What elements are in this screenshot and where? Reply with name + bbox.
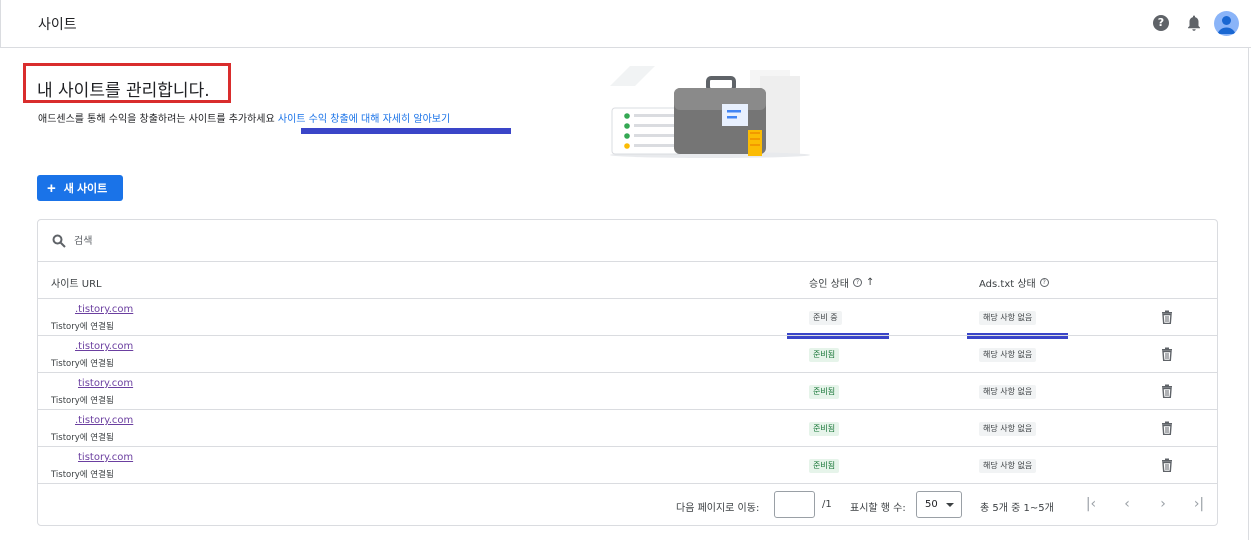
- ads-txt-status-badge: 해당 사항 없음: [979, 459, 1037, 473]
- description-text: 애드센스를 통해 수익을 창출하려는 사이트를 추가하세요: [38, 114, 275, 125]
- annotation-underline: [301, 128, 511, 134]
- user-icon: [1217, 16, 1236, 34]
- help-circle-icon[interactable]: ?: [1039, 278, 1049, 287]
- connection-text: Tistory에 연결됨: [51, 322, 114, 332]
- site-url-link[interactable]: .tistory.com: [75, 341, 133, 352]
- intro-headline: 내 사이트를 관리합니다.: [37, 81, 210, 101]
- rows-per-page-value: 50: [925, 499, 938, 510]
- table-row: .tistory.com Tistory에 연결됨 준비됨 해당 사항 없음: [38, 410, 1217, 447]
- delete-icon[interactable]: [1161, 384, 1173, 398]
- search-input[interactable]: [74, 232, 474, 250]
- page-number-input[interactable]: [774, 491, 815, 518]
- help-icon[interactable]: ?: [1153, 15, 1169, 31]
- ads-txt-status-badge: 해당 사항 없음: [979, 348, 1037, 362]
- help-circle-icon[interactable]: ?: [852, 278, 862, 287]
- search-icon: [52, 234, 66, 248]
- intro-description: 애드센스를 통해 수익을 창출하려는 사이트를 추가하세요 사이트 수익 창출에…: [38, 110, 450, 125]
- column-header-approval-label: 승인 상태: [809, 279, 849, 290]
- site-url-link[interactable]: tistory.com: [78, 452, 133, 463]
- chevron-down-icon: [945, 502, 954, 507]
- range-text: 총 5개 중 1~5개: [980, 503, 1054, 514]
- column-header-ads-txt[interactable]: Ads.txt 상태 ?: [979, 275, 1049, 290]
- delete-icon[interactable]: [1161, 458, 1173, 472]
- bell-icon[interactable]: [1186, 14, 1202, 32]
- table-row: tistory.com Tistory에 연결됨 준비됨 해당 사항 없음: [38, 447, 1217, 484]
- sites-table-card: 사이트 URL 승인 상태 ? ↑ Ads.txt 상태 ? .tistory.…: [37, 219, 1218, 526]
- approval-status-badge: 준비 중: [809, 311, 842, 325]
- site-url-link[interactable]: .tistory.com: [75, 415, 133, 426]
- pagination-bar: 다음 페이지로 이동: /1 표시할 행 수: 50 총 5개 중 1~5개 |…: [38, 485, 1217, 525]
- column-header-approval[interactable]: 승인 상태 ? ↑: [809, 275, 874, 290]
- briefcase-illustration: [610, 66, 810, 158]
- ads-txt-status-badge: 해당 사항 없음: [979, 311, 1037, 325]
- site-url-link[interactable]: tistory.com: [78, 378, 133, 389]
- learn-more-link[interactable]: 사이트 수익 창출에 대해 자세히 알아보기: [278, 114, 450, 125]
- next-page-icon[interactable]: ›: [1155, 496, 1171, 512]
- connection-text: Tistory에 연결됨: [51, 470, 114, 480]
- first-page-icon[interactable]: |‹: [1083, 496, 1099, 512]
- page-title: 사이트: [38, 17, 77, 33]
- divider: [0, 0, 1, 48]
- delete-icon[interactable]: [1161, 347, 1173, 361]
- connection-text: Tistory에 연결됨: [51, 433, 114, 443]
- previous-page-icon[interactable]: ‹: [1119, 496, 1135, 512]
- column-header-url[interactable]: 사이트 URL: [51, 275, 102, 290]
- ads-txt-status-badge: 해당 사항 없음: [979, 385, 1037, 399]
- table-row: .tistory.com Tistory에 연결됨 준비됨 해당 사항 없음: [38, 336, 1217, 373]
- plus-icon: +: [47, 179, 56, 197]
- sort-ascending-icon[interactable]: ↑: [866, 277, 874, 288]
- delete-icon[interactable]: [1161, 310, 1173, 324]
- connection-text: Tistory에 연결됨: [51, 359, 114, 369]
- divider: [1248, 48, 1249, 540]
- delete-icon[interactable]: [1161, 421, 1173, 435]
- approval-status-badge: 준비됨: [809, 422, 840, 436]
- rows-per-page-select[interactable]: 50: [916, 491, 962, 518]
- approval-status-badge: 준비됨: [809, 459, 840, 473]
- new-site-button[interactable]: + 새 사이트: [37, 175, 123, 201]
- new-site-label: 새 사이트: [63, 183, 108, 195]
- ads-txt-status-badge: 해당 사항 없음: [979, 422, 1037, 436]
- site-url-link[interactable]: .tistory.com: [75, 304, 133, 315]
- approval-status-badge: 준비됨: [809, 385, 840, 399]
- column-header-ads-txt-label: Ads.txt 상태: [979, 279, 1036, 290]
- connection-text: Tistory에 연결됨: [51, 396, 114, 406]
- table-row: .tistory.com Tistory에 연결됨 준비 중 해당 사항 없음: [38, 299, 1217, 336]
- table-row: tistory.com Tistory에 연결됨 준비됨 해당 사항 없음: [38, 373, 1217, 410]
- table-body: .tistory.com Tistory에 연결됨 준비 중 해당 사항 없음 …: [38, 299, 1217, 484]
- page-total: /1: [822, 499, 832, 510]
- search-bar: [38, 220, 1217, 262]
- last-page-icon[interactable]: ›|: [1191, 496, 1207, 512]
- rows-per-page-label: 표시할 행 수:: [850, 503, 906, 514]
- approval-status-badge: 준비됨: [809, 348, 840, 362]
- goto-page-label: 다음 페이지로 이동:: [676, 503, 760, 514]
- table-header: 사이트 URL 승인 상태 ? ↑ Ads.txt 상태 ?: [38, 262, 1217, 339]
- account-avatar[interactable]: [1214, 11, 1239, 36]
- top-app-bar: 사이트 ?: [0, 0, 1251, 48]
